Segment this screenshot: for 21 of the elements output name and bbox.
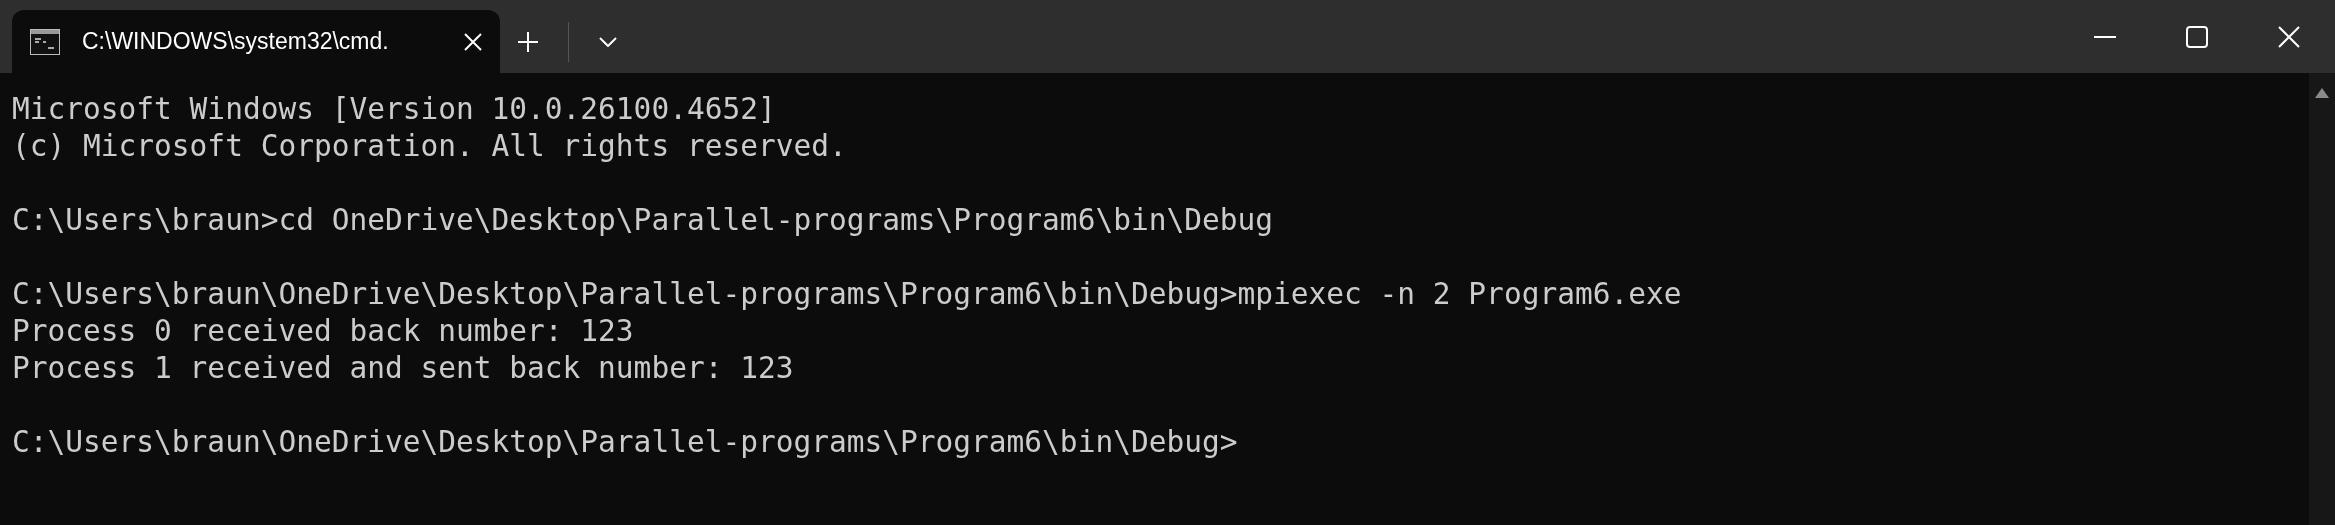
close-icon: [464, 32, 482, 51]
minimize-icon: [2094, 35, 2116, 38]
terminal-line: C:\Users\braun\OneDrive\Desktop\Parallel-programs\Program6\bin\Debug>: [12, 424, 1238, 461]
maximize-icon: [2186, 25, 2208, 48]
command-prompt-icon: [30, 28, 60, 55]
terminal-line: C:\Users\braun>cd OneDrive\Desktop\Parallel-programs\Program6\bin\Debug: [12, 202, 1273, 239]
chevron-down-icon: [599, 36, 617, 47]
terminal-tab[interactable]: C:\WINDOWS\system32\cmd.: [12, 10, 500, 73]
scroll-up-arrow-icon[interactable]: [2314, 87, 2330, 99]
plus-icon: [518, 31, 538, 52]
terminal-line: C:\Users\braun\OneDrive\Desktop\Parallel-programs\Program6\bin\Debug>mpiexec -n 2 Program6.exe: [12, 276, 1682, 313]
close-icon: [2278, 25, 2300, 48]
terminal-line: Process 0 received back number: 123: [12, 313, 634, 350]
terminal-line: Microsoft Windows [Version 10.0.26100.4652]: [12, 91, 776, 128]
close-tab-button[interactable]: [464, 32, 482, 51]
terminal-line: Process 1 received and sent back number: 123: [12, 350, 794, 387]
new-tab-button[interactable]: [518, 31, 538, 52]
dropdown-button[interactable]: [599, 36, 617, 47]
scrollbar[interactable]: [2309, 73, 2335, 525]
tab-title: C:\WINDOWS\system32\cmd.: [82, 28, 390, 55]
terminal-line: (c) Microsoft Corporation. All rights reserved.: [12, 128, 847, 165]
